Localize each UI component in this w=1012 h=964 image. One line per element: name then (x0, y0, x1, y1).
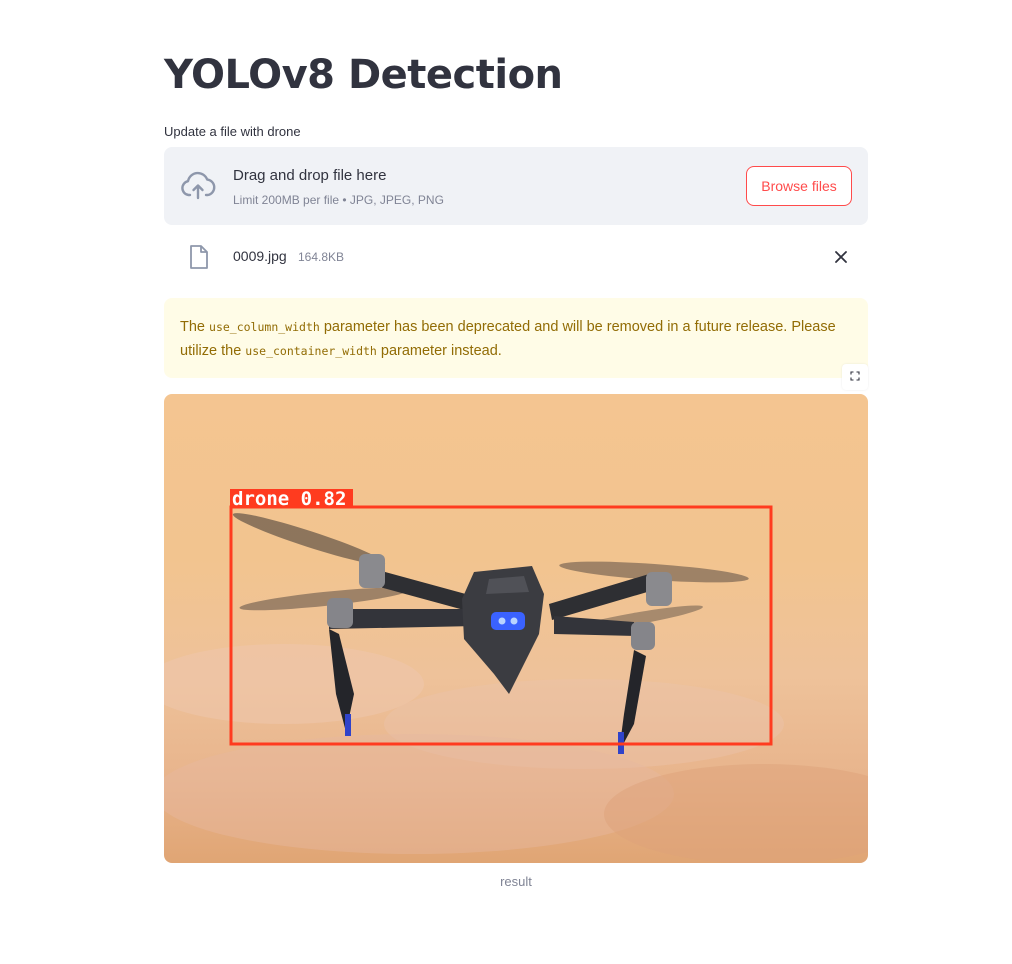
warning-code-use-column-width: use_column_width (209, 320, 320, 334)
fullscreen-button[interactable] (842, 364, 868, 390)
page-title: YOLOv8 Detection (164, 52, 563, 98)
result-image: drone 0.82 (164, 394, 868, 863)
detection-label: drone 0.82 (232, 488, 346, 510)
fullscreen-icon (850, 368, 860, 386)
dropzone-instructions: Drag and drop file here (233, 167, 387, 184)
browse-files-button[interactable]: Browse files (746, 166, 852, 206)
uploaded-file-row: 0009.jpg 164.8KB (164, 240, 868, 276)
dropzone-limit-text: Limit 200MB per file • JPG, JPEG, PNG (233, 193, 444, 207)
warning-text-part: The (180, 319, 210, 335)
uploaded-file-name: 0009.jpg (233, 248, 287, 264)
cloud-upload-icon (180, 171, 216, 201)
file-icon (188, 244, 210, 270)
close-icon[interactable] (832, 248, 850, 266)
warning-text-part: parameter instead. (376, 343, 502, 359)
file-uploader-label: Update a file with drone (164, 124, 301, 139)
file-dropzone[interactable]: Drag and drop file here Limit 200MB per … (164, 147, 868, 225)
deprecation-warning: The use_column_width parameter has been … (164, 298, 868, 378)
warning-code-use-container-width: use_container_width (245, 344, 377, 358)
uploaded-file-size: 164.8KB (298, 250, 345, 264)
image-caption: result (500, 874, 532, 889)
